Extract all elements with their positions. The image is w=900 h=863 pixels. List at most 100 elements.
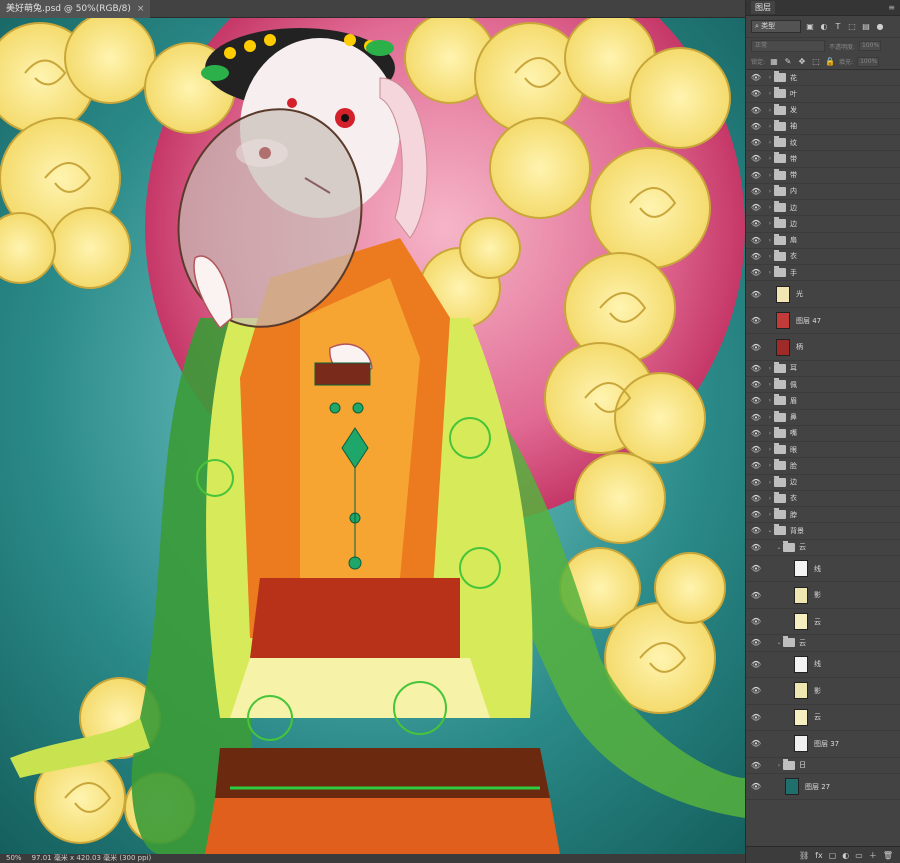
layer-row[interactable]: 👁 图层 47 [746,308,900,335]
visibility-eye-icon[interactable]: 👁 [746,617,766,626]
layer-row[interactable]: 👁 › 带 [746,151,900,168]
visibility-eye-icon[interactable]: 👁 [746,543,766,552]
layer-row[interactable]: 👁 › 边 [746,475,900,491]
visibility-eye-icon[interactable]: 👁 [746,364,766,373]
layer-row[interactable]: 👁 › 日 [746,758,900,774]
chevron-down-icon[interactable]: ⌄ [766,527,774,534]
chevron-right-icon[interactable]: › [766,188,774,195]
chevron-right-icon[interactable]: › [766,462,774,469]
visibility-eye-icon[interactable]: 👁 [746,252,766,261]
tab-layers[interactable]: 图层 [751,1,775,14]
chevron-right-icon[interactable]: › [766,90,774,97]
group-icon[interactable]: ▭ [855,851,863,860]
layer-row[interactable]: 👁 › 佩 [746,377,900,394]
visibility-eye-icon[interactable]: 👁 [746,478,766,487]
chevron-right-icon[interactable]: › [766,397,774,404]
layer-row[interactable]: 👁 › 眼 [746,442,900,459]
chevron-right-icon[interactable]: › [766,495,774,502]
visibility-eye-icon[interactable]: 👁 [746,638,766,647]
lock-transparent-icon[interactable]: ▦ [769,57,779,67]
visibility-eye-icon[interactable]: 👁 [746,686,766,695]
chevron-right-icon[interactable]: › [766,365,774,372]
layer-row[interactable]: 👁 ⌄ 背景 [746,523,900,540]
layer-thumbnail[interactable] [785,778,799,795]
visibility-eye-icon[interactable]: 👁 [746,268,766,277]
visibility-eye-icon[interactable]: 👁 [746,203,766,212]
visibility-eye-icon[interactable]: 👁 [746,396,766,405]
filter-toggle-icon[interactable]: ● [875,22,885,32]
visibility-eye-icon[interactable]: 👁 [746,782,766,791]
chevron-down-icon[interactable]: ⌄ [775,544,783,551]
lock-artboard-icon[interactable]: ⬚ [811,57,821,67]
layer-thumbnail[interactable] [794,708,808,726]
layer-row[interactable]: 👁 › 脖 [746,507,900,524]
visibility-eye-icon[interactable]: 👁 [746,343,766,352]
chevron-right-icon[interactable]: › [766,220,774,227]
layer-thumbnail[interactable] [794,735,808,753]
layer-row[interactable]: 👁 › 衣 [746,491,900,507]
layer-row[interactable]: 👁 ⌄ 云 [746,635,900,652]
adjustment-filter-icon[interactable]: ◐ [819,22,829,32]
layer-row[interactable]: 👁 ⌄ 云 [746,540,900,556]
lock-position-icon[interactable]: ✥ [797,57,807,67]
chevron-right-icon[interactable]: › [766,139,774,146]
fill-input[interactable]: 100% [857,56,880,67]
visibility-eye-icon[interactable]: 👁 [746,106,766,115]
chevron-right-icon[interactable]: › [766,479,774,486]
smart-object-filter-icon[interactable]: ▤ [861,22,871,32]
visibility-eye-icon[interactable]: 👁 [746,290,766,299]
visibility-eye-icon[interactable]: 👁 [746,564,766,573]
layer-thumbnail[interactable] [776,285,790,303]
layer-row[interactable]: 👁 › 衣 [746,249,900,265]
layer-row[interactable]: 👁 › 发 [746,103,900,119]
layer-thumbnail[interactable] [794,586,808,604]
visibility-eye-icon[interactable]: 👁 [746,526,766,535]
chevron-right-icon[interactable]: › [775,762,783,769]
layer-thumbnail[interactable] [776,338,790,356]
pixel-filter-icon[interactable]: ▣ [805,22,815,32]
visibility-eye-icon[interactable]: 👁 [746,219,766,228]
visibility-eye-icon[interactable]: 👁 [746,236,766,245]
chevron-right-icon[interactable]: › [766,123,774,130]
filter-kind-select[interactable]: ⌕ 类型 [751,20,801,33]
link-icon[interactable]: ⛓ [799,851,809,860]
panel-menu-icon[interactable]: ≡ [888,3,895,12]
visibility-eye-icon[interactable]: 👁 [746,138,766,147]
opacity-input[interactable]: 100% [859,41,882,51]
chevron-right-icon[interactable]: › [766,204,774,211]
chevron-right-icon[interactable]: › [766,172,774,179]
layer-thumbnail[interactable] [776,312,790,329]
layer-row[interactable]: 👁 影 [746,582,900,609]
layer-row[interactable]: 👁 柄 [746,334,900,361]
document-tab[interactable]: 美好萌兔.psd @ 50%(RGB/8) × [0,0,151,18]
new-layer-icon[interactable]: ＋ [869,850,877,861]
layer-row[interactable]: 👁 线 [746,652,900,678]
layer-row[interactable]: 👁 线 [746,556,900,583]
visibility-eye-icon[interactable]: 👁 [746,713,766,722]
visibility-eye-icon[interactable]: 👁 [746,380,766,389]
chevron-right-icon[interactable]: › [766,253,774,260]
lock-pixels-icon[interactable]: ✎ [783,57,793,67]
layer-row[interactable]: 👁 › 带 [746,168,900,184]
chevron-right-icon[interactable]: › [766,381,774,388]
adjustment-icon[interactable]: ◐ [842,851,849,860]
visibility-eye-icon[interactable]: 👁 [746,413,766,422]
canvas-area[interactable] [0,18,745,854]
fx-icon[interactable]: fx [815,851,823,860]
visibility-eye-icon[interactable]: 👁 [746,510,766,519]
layer-thumbnail[interactable] [794,560,808,577]
visibility-eye-icon[interactable]: 👁 [746,445,766,454]
layer-row[interactable]: 👁 云 [746,609,900,636]
layer-row[interactable]: 👁 › 嘴 [746,426,900,442]
visibility-eye-icon[interactable]: 👁 [746,761,766,770]
visibility-eye-icon[interactable]: 👁 [746,187,766,196]
mask-icon[interactable]: ▢ [829,851,837,860]
visibility-eye-icon[interactable]: 👁 [746,660,766,669]
shape-filter-icon[interactable]: ⬚ [847,22,857,32]
layer-row[interactable]: 👁 › 边 [746,216,900,233]
chevron-right-icon[interactable]: › [766,446,774,453]
layer-row[interactable]: 👁 › 袖 [746,119,900,135]
visibility-eye-icon[interactable]: 👁 [746,316,766,325]
layer-row[interactable]: 👁 影 [746,678,900,705]
chevron-down-icon[interactable]: ⌄ [775,639,783,646]
